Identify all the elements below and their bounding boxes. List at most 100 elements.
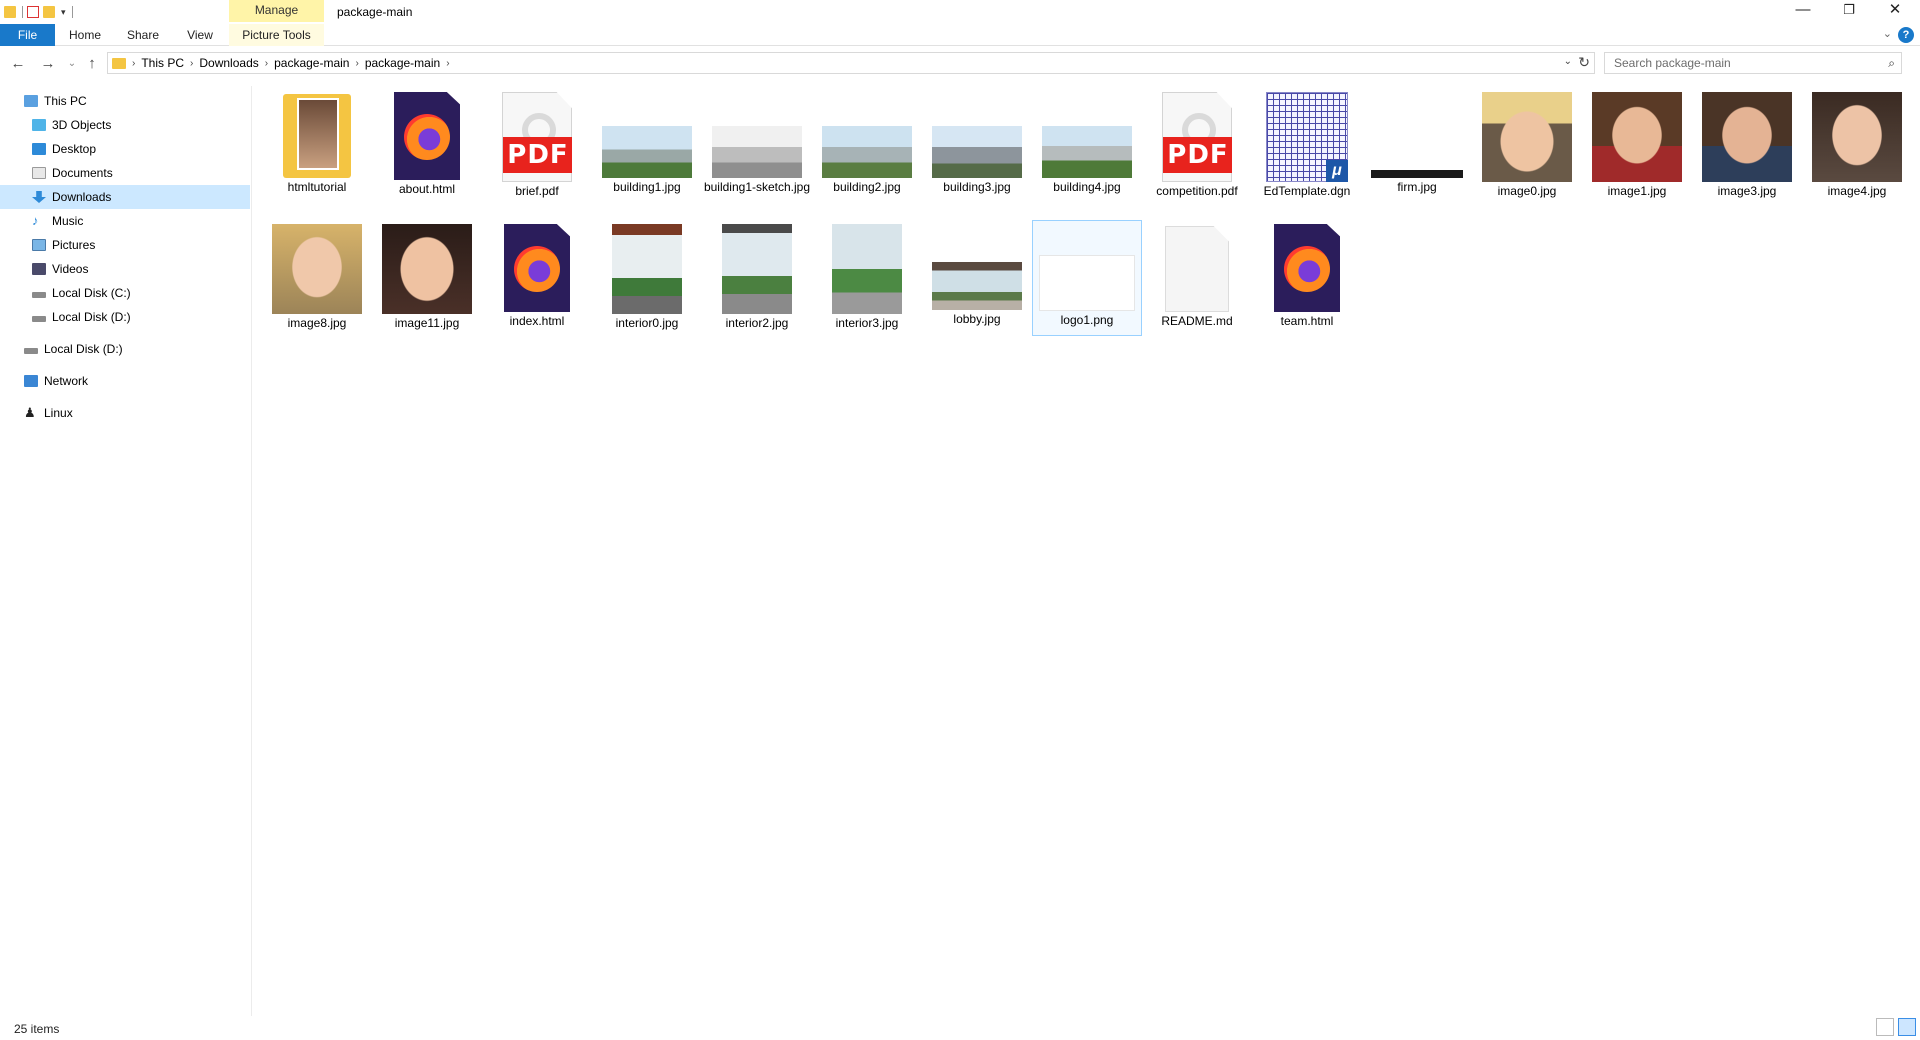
- nav-item-this-pc[interactable]: This PC: [0, 89, 250, 113]
- breadcrumb-downloads[interactable]: Downloads: [193, 56, 264, 70]
- breadcrumb-package-main[interactable]: package-main: [268, 56, 355, 70]
- blank-document-icon: [1165, 226, 1229, 312]
- file-name: README.md: [1161, 314, 1233, 328]
- breadcrumb-this-pc[interactable]: This PC: [135, 56, 190, 70]
- nav-item-documents[interactable]: Documents: [0, 161, 250, 185]
- file-name: image11.jpg: [394, 316, 460, 330]
- tab-picture-tools[interactable]: Picture Tools: [229, 24, 324, 46]
- file-item[interactable]: about.html: [372, 88, 482, 196]
- back-arrow-icon[interactable]: ←: [8, 54, 28, 74]
- nav-item-local-disk-d[interactable]: Local Disk (D:): [0, 305, 250, 329]
- file-name: image4.jpg: [1827, 184, 1887, 198]
- nav-item-3d-objects[interactable]: 3D Objects: [0, 113, 250, 137]
- chevron-down-icon[interactable]: ⌄: [1564, 56, 1572, 67]
- file-item[interactable]: image0.jpg: [1472, 88, 1582, 198]
- nav-item-music[interactable]: ♪ Music: [0, 209, 250, 233]
- minimize-button[interactable]: —: [1780, 0, 1826, 22]
- image-thumbnail: [382, 224, 472, 314]
- file-item[interactable]: building1.jpg: [592, 88, 702, 194]
- nav-item-downloads[interactable]: Downloads: [0, 185, 250, 209]
- nav-item-pictures[interactable]: Pictures: [0, 233, 250, 257]
- nav-item-label: Downloads: [52, 190, 112, 204]
- image-thumbnail: [1482, 92, 1572, 182]
- navigation-bar: ← → ⌄ ↑ › This PC › Downloads › package-…: [0, 50, 1920, 78]
- file-item[interactable]: interior3.jpg: [812, 220, 922, 330]
- firefox-html-icon: [394, 92, 460, 180]
- file-item[interactable]: logo1.png: [1032, 220, 1142, 336]
- nav-item-label: Local Disk (D:): [52, 310, 131, 324]
- file-item[interactable]: image8.jpg: [262, 220, 372, 330]
- tab-home[interactable]: Home: [62, 24, 108, 46]
- file-item[interactable]: lobby.jpg: [922, 220, 1032, 326]
- nav-item-desktop[interactable]: Desktop: [0, 137, 250, 161]
- nav-item-linux[interactable]: ♟ Linux: [0, 401, 250, 425]
- tab-file[interactable]: File: [0, 24, 55, 46]
- large-icons-view-icon[interactable]: [1898, 1018, 1916, 1036]
- file-name: team.html: [1280, 314, 1334, 328]
- address-bar[interactable]: › This PC › Downloads › package-main › p…: [107, 52, 1595, 74]
- nav-item-videos[interactable]: Videos: [0, 257, 250, 281]
- properties-icon[interactable]: [27, 6, 39, 18]
- details-view-icon[interactable]: [1876, 1018, 1894, 1036]
- tab-share[interactable]: Share: [120, 24, 166, 46]
- file-item[interactable]: interior0.jpg: [592, 220, 702, 330]
- new-folder-icon[interactable]: [43, 6, 55, 18]
- close-button[interactable]: ✕: [1872, 0, 1918, 22]
- file-item[interactable]: building4.jpg: [1032, 88, 1142, 194]
- chevron-right-icon[interactable]: ›: [446, 58, 449, 69]
- navigation-pane: This PC 3D Objects Desktop Documents Dow…: [0, 86, 252, 1016]
- file-item[interactable]: image3.jpg: [1692, 88, 1802, 198]
- file-name: building1-sketch.jpg: [703, 180, 811, 194]
- file-item[interactable]: building3.jpg: [922, 88, 1032, 194]
- help-icon[interactable]: ?: [1898, 27, 1914, 43]
- file-name: about.html: [398, 182, 456, 196]
- nav-item-label: Music: [52, 214, 84, 228]
- file-item[interactable]: image11.jpg: [372, 220, 482, 330]
- up-arrow-icon[interactable]: ↑: [82, 54, 102, 74]
- file-item[interactable]: PDF brief.pdf: [482, 88, 592, 198]
- file-item[interactable]: image4.jpg: [1802, 88, 1912, 198]
- file-item[interactable]: interior2.jpg: [702, 220, 812, 330]
- manage-tab[interactable]: Manage: [229, 3, 324, 17]
- nav-item-network[interactable]: Network: [0, 369, 250, 393]
- search-input[interactable]: Search package-main ⌕: [1604, 52, 1902, 74]
- file-item[interactable]: htmltutorial: [262, 88, 372, 194]
- file-name: building2.jpg: [833, 180, 901, 194]
- nav-item-label: 3D Objects: [52, 118, 112, 132]
- image-thumbnail: [1592, 92, 1682, 182]
- firefox-html-icon: [504, 224, 570, 312]
- nav-item-local-disk-d-root[interactable]: Local Disk (D:): [0, 337, 250, 361]
- file-item[interactable]: building2.jpg: [812, 88, 922, 194]
- file-name: image0.jpg: [1497, 184, 1557, 198]
- chevron-down-icon[interactable]: ⌄: [1883, 27, 1892, 40]
- restore-button[interactable]: ❐: [1826, 0, 1872, 22]
- nav-item-local-disk-c[interactable]: Local Disk (C:): [0, 281, 250, 305]
- file-name: brief.pdf: [515, 184, 559, 198]
- file-item[interactable]: firm.jpg: [1362, 88, 1472, 194]
- file-item[interactable]: README.md: [1142, 220, 1252, 328]
- drive-icon: [32, 316, 46, 322]
- download-arrow-icon: [32, 191, 46, 203]
- file-item[interactable]: index.html: [482, 220, 592, 328]
- recent-locations-icon[interactable]: ⌄: [62, 54, 82, 74]
- breadcrumb-package-main-inner[interactable]: package-main: [359, 56, 446, 70]
- file-item[interactable]: PDF competition.pdf: [1142, 88, 1252, 198]
- forward-arrow-icon[interactable]: →: [38, 54, 58, 74]
- status-item-count: 25 items: [14, 1022, 60, 1036]
- refresh-icon[interactable]: ↻: [1578, 54, 1590, 71]
- drive-icon: [24, 348, 38, 354]
- file-item[interactable]: μ EdTemplate.dgn: [1252, 88, 1362, 198]
- image-thumbnail: [712, 126, 802, 178]
- image-thumbnail: [832, 224, 902, 314]
- nav-item-label: Desktop: [52, 142, 97, 156]
- search-placeholder: Search package-main: [1614, 56, 1731, 70]
- tab-view[interactable]: View: [177, 24, 223, 46]
- file-name: interior3.jpg: [835, 316, 899, 330]
- file-item[interactable]: building1-sketch.jpg: [702, 88, 812, 194]
- customize-toolbar-icon[interactable]: ▾: [61, 7, 66, 18]
- pdf-icon: PDF: [1162, 92, 1232, 182]
- quick-access-toolbar: ▾: [0, 0, 73, 24]
- file-item[interactable]: image1.jpg: [1582, 88, 1692, 198]
- file-item[interactable]: team.html: [1252, 220, 1362, 328]
- separator: [71, 6, 73, 18]
